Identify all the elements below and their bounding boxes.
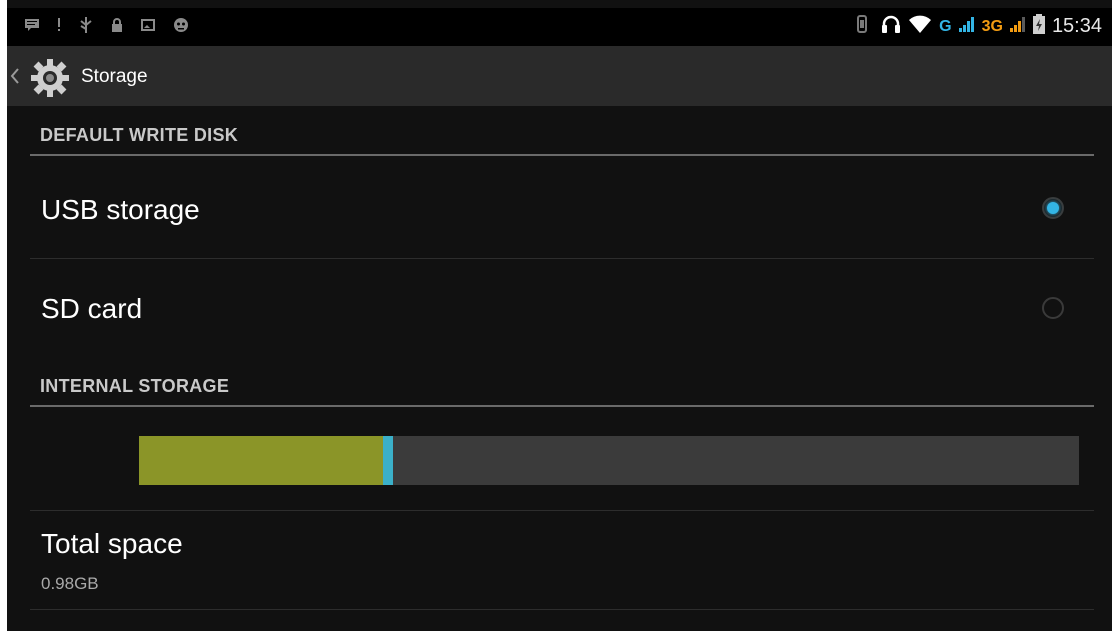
storage-used-segment — [139, 436, 384, 485]
page-title: Storage — [81, 66, 148, 87]
system-status-area: G 3G 15:34 — [856, 14, 1102, 39]
battery-icon — [1032, 14, 1045, 39]
storage-usage-bar — [139, 436, 1079, 485]
clock: 15:34 — [1051, 15, 1102, 37]
vibrate-icon — [856, 15, 868, 38]
action-bar[interactable]: Storage — [7, 46, 1112, 106]
android-icon — [173, 17, 189, 33]
notification-area — [25, 17, 189, 33]
option-label: SD card — [41, 293, 143, 324]
option-usb-storage[interactable]: USB storage — [7, 156, 1112, 258]
headset-icon — [881, 14, 901, 39]
signal-icon — [1009, 16, 1026, 37]
network-type-g: G — [939, 17, 952, 35]
next-row-partial — [41, 624, 261, 631]
section-divider — [30, 405, 1094, 407]
option-label: USB storage — [41, 194, 200, 225]
message-icon — [25, 19, 39, 31]
section-header-internal-storage: INTERNAL STORAGE — [40, 376, 230, 396]
total-space-row[interactable]: Total space 0.98GB — [7, 511, 1112, 609]
usb-debug-icon — [79, 17, 93, 33]
wifi-icon — [908, 14, 932, 39]
total-space-value: 0.98GB — [41, 574, 99, 593]
alert-icon — [57, 18, 61, 32]
storage-other-segment — [383, 436, 393, 485]
radio-sd-card[interactable] — [1042, 297, 1064, 319]
lock-icon — [111, 18, 123, 32]
android-screen: G 3G 15:34 Storage DEFAULT WRITE DISK US… — [7, 0, 1112, 631]
image-icon — [141, 19, 155, 31]
section-header-default-write-disk: DEFAULT WRITE DISK — [40, 125, 239, 145]
settings-gear-icon[interactable] — [29, 58, 71, 103]
row-divider — [30, 609, 1094, 610]
back-caret-icon[interactable] — [10, 68, 20, 89]
signal-icon — [958, 16, 975, 37]
network-type-3g: 3G — [981, 17, 1003, 35]
radio-usb-storage[interactable] — [1042, 197, 1064, 219]
option-sd-card[interactable]: SD card — [7, 259, 1112, 363]
status-bar: G 3G 15:34 — [7, 8, 1112, 46]
total-space-label: Total space — [41, 528, 183, 559]
